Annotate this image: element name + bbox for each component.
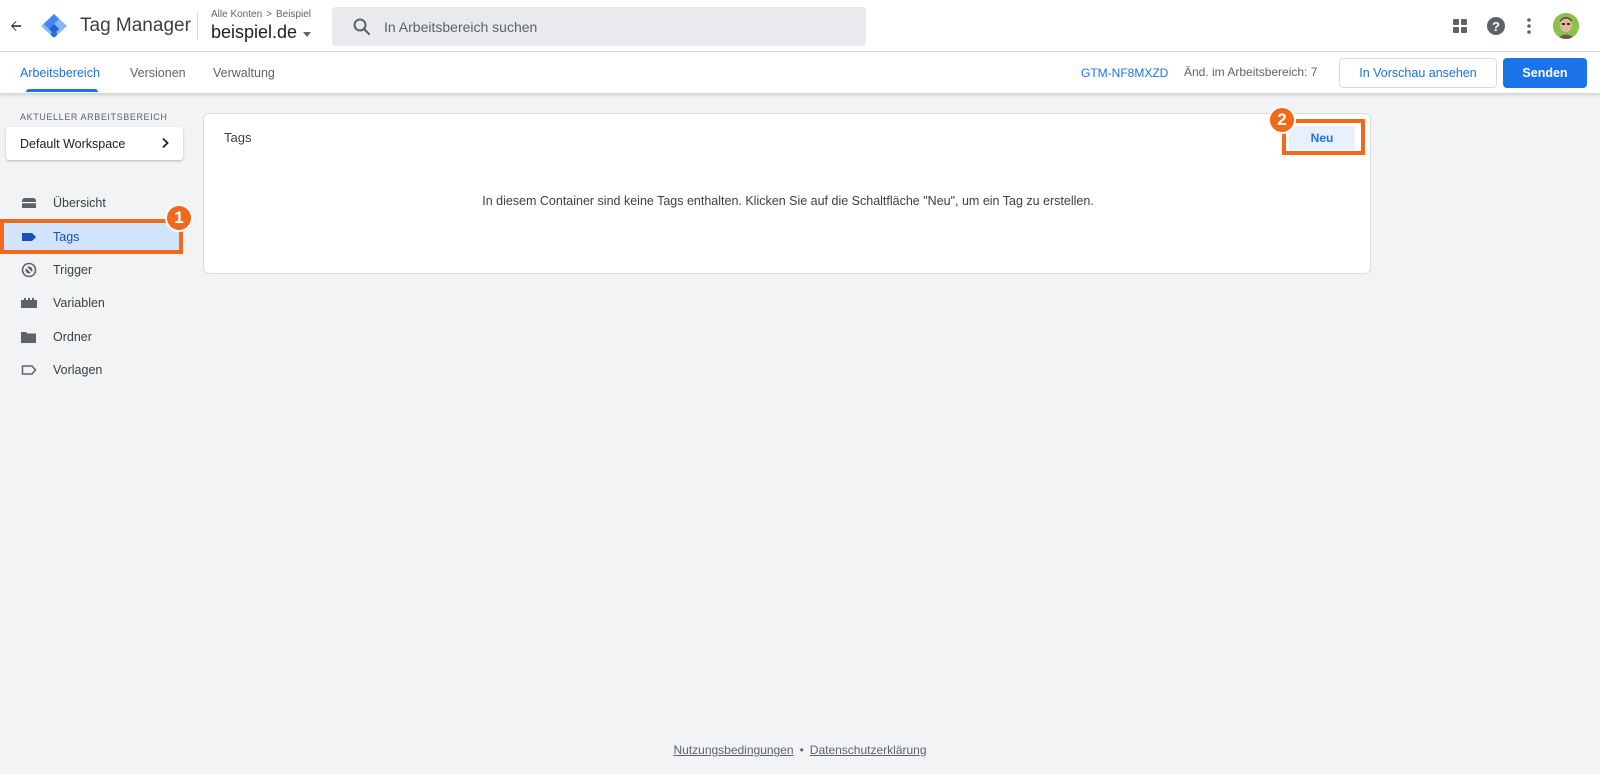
search-input[interactable]: [384, 7, 854, 46]
sidebar-item-label: Trigger: [53, 263, 93, 277]
preview-button[interactable]: In Vorschau ansehen: [1339, 58, 1497, 88]
container-name: beispiel.de: [211, 22, 298, 42]
sidebar-item-label: Tags: [53, 230, 80, 244]
app-title: Tag Manager: [80, 15, 191, 36]
tab-versions[interactable]: Versionen: [130, 66, 186, 80]
workspace-selector[interactable]: Default Workspace: [6, 127, 183, 160]
breadcrumb-separator: >: [266, 9, 272, 20]
tags-card: Tags Neu In diesem Container sind keine …: [203, 113, 1371, 274]
title-divider: [197, 12, 198, 40]
active-tab-indicator: [26, 89, 98, 92]
sidebar-item-label: Übersicht: [53, 196, 106, 210]
container-selector[interactable]: beispiel.de: [211, 22, 312, 43]
workspace-heading: AKTUELLER ARBEITSBEREICH: [20, 112, 168, 122]
sub-navigation: Arbeitsbereich Versionen Verwaltung GTM-…: [0, 52, 1600, 93]
privacy-link[interactable]: Datenschutzerklärung: [810, 743, 927, 757]
workspace-search[interactable]: [332, 7, 866, 46]
breadcrumb[interactable]: Alle Konten > Beispiel: [211, 9, 311, 20]
tag-icon: [20, 229, 37, 245]
sidebar-item-label: Vorlagen: [53, 363, 103, 377]
sidebar-item-variables[interactable]: Variablen: [0, 287, 183, 319]
more-vert-icon[interactable]: [1516, 13, 1542, 39]
sidebar-item-folders[interactable]: Ordner: [0, 321, 183, 353]
user-avatar[interactable]: [1553, 13, 1579, 39]
annotation-badge-1: 1: [165, 204, 193, 232]
search-icon: [352, 17, 372, 37]
overview-icon: [20, 195, 37, 211]
sidebar-item-templates[interactable]: Vorlagen: [0, 354, 183, 386]
sidebar-item-label: Variablen: [53, 296, 105, 310]
help-icon[interactable]: ?: [1483, 13, 1509, 39]
annotation-badge-2: 2: [1268, 106, 1296, 134]
card-title: Tags: [224, 130, 252, 145]
container-id-link[interactable]: GTM-NF8MXZD: [1081, 66, 1168, 80]
footer: Nutzungsbedingungen • Datenschutzerklärung: [0, 743, 1600, 757]
variables-icon: [20, 295, 37, 311]
sidebar-item-tags[interactable]: Tags: [0, 221, 183, 253]
folder-icon: [20, 329, 37, 345]
dropdown-arrow-icon: [303, 31, 312, 37]
chevron-right-icon: [159, 137, 171, 149]
trigger-icon: [20, 262, 37, 278]
breadcrumb-container[interactable]: Beispiel: [276, 9, 311, 20]
submit-button[interactable]: Senden: [1503, 58, 1587, 88]
footer-separator: •: [799, 743, 804, 757]
workspace-name: Default Workspace: [20, 136, 126, 151]
svg-text:?: ?: [1492, 19, 1500, 34]
new-tag-button[interactable]: Neu: [1289, 126, 1355, 150]
empty-state-message: In diesem Container sind keine Tags enth…: [482, 194, 1094, 208]
template-icon: [20, 362, 37, 378]
tag-manager-logo-icon: [40, 13, 68, 39]
tab-admin[interactable]: Verwaltung: [213, 66, 275, 80]
terms-link[interactable]: Nutzungsbedingungen: [673, 743, 793, 757]
top-app-bar: Tag Manager Alle Konten > Beispiel beisp…: [0, 0, 1600, 52]
workspace-changes-count: Änd. im Arbeitsbereich: 7: [1184, 65, 1318, 79]
back-arrow-icon[interactable]: [4, 14, 28, 38]
apps-grid-icon[interactable]: [1447, 13, 1473, 39]
sidebar-item-label: Ordner: [53, 330, 92, 344]
tab-workspace[interactable]: Arbeitsbereich: [20, 66, 100, 80]
sidebar-item-overview[interactable]: Übersicht: [0, 187, 183, 219]
sidebar-item-trigger[interactable]: Trigger: [0, 254, 183, 286]
breadcrumb-account[interactable]: Alle Konten: [211, 9, 262, 20]
